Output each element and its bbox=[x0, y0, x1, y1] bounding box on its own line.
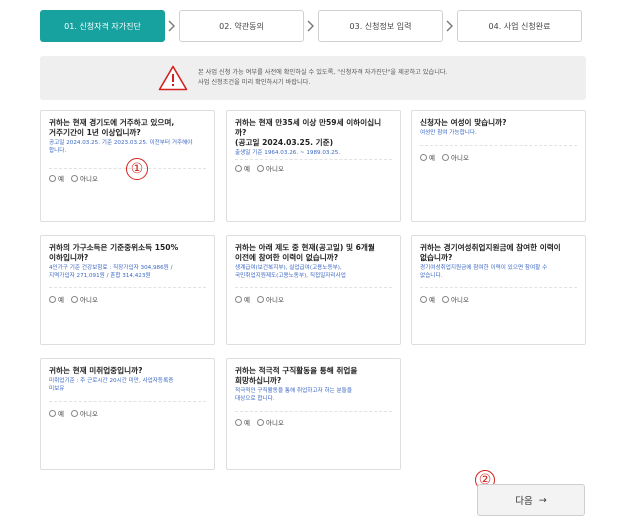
option-no[interactable]: 아니오 bbox=[256, 163, 284, 173]
divider bbox=[235, 411, 392, 412]
question-title: 귀하는 경기여성취업지원금에 참여한 이력이 없습니까? bbox=[420, 243, 561, 262]
radio-icon[interactable] bbox=[256, 295, 264, 303]
option-no[interactable]: 아니오 bbox=[441, 294, 469, 304]
radio-icon[interactable] bbox=[70, 409, 78, 417]
step-label: 02. 약관동의 bbox=[219, 21, 264, 31]
notice-box: 본 사업 신청 가능 여부를 사전에 확인하실 수 있도록, "신청자격 자가진… bbox=[40, 56, 586, 100]
divider bbox=[49, 287, 206, 288]
option-yes[interactable]: 예 bbox=[49, 408, 64, 418]
answer-options: 예 아니오 bbox=[49, 294, 102, 304]
radio-icon[interactable] bbox=[256, 164, 264, 172]
question-hint: 공고일 2024.03.25. 기준 2023.03.25. 이전부터 거주해야… bbox=[49, 140, 193, 154]
option-no[interactable]: 아니오 bbox=[70, 294, 98, 304]
answer-options: 예 아니오 bbox=[235, 417, 288, 427]
step-label: 03. 신청정보 입력 bbox=[349, 21, 412, 31]
question-hint: 4인가구 기준 건강보험료 : 직장가입자 304,986원 / 지역가입자 27… bbox=[49, 265, 173, 279]
question-hint: 생계급여(보건복지부), 실업급여(고용노동부), 국민취업지원제도(고용노동부)… bbox=[235, 265, 346, 279]
notice-line-1: 본 사업 신청 가능 여부를 사전에 확인하실 수 있도록, "신청자격 자가진… bbox=[198, 69, 448, 76]
next-button-label: 다음 bbox=[515, 496, 533, 507]
option-yes[interactable]: 예 bbox=[49, 294, 64, 304]
question-title: 귀하는 현재 미취업중입니까? bbox=[49, 366, 143, 375]
step-label: 04. 사업 신청완료 bbox=[488, 21, 551, 31]
option-no[interactable]: 아니오 bbox=[256, 294, 284, 304]
option-yes[interactable]: 예 bbox=[49, 173, 64, 183]
option-no[interactable]: 아니오 bbox=[256, 417, 284, 427]
option-no[interactable]: 아니오 bbox=[70, 173, 98, 183]
radio-icon[interactable] bbox=[235, 418, 242, 426]
question-title: 귀하는 아래 제도 중 현재(공고일) 및 6개월 이전에 참여한 이력이 없습니… bbox=[235, 243, 375, 262]
divider bbox=[420, 287, 577, 288]
question-title: 귀하의 가구소득은 기준중위소득 150% 이하입니까? bbox=[49, 243, 179, 262]
chevron-right-icon bbox=[443, 20, 457, 32]
answer-options: 예 아니오 bbox=[420, 152, 473, 162]
arrow-right-icon: → bbox=[538, 494, 547, 506]
option-no[interactable]: 아니오 bbox=[70, 408, 98, 418]
option-yes[interactable]: 예 bbox=[420, 152, 435, 162]
option-yes[interactable]: 예 bbox=[420, 294, 435, 304]
question-card-job-seeking: 귀하는 적극적 구직활동을 통해 취업을 희망하십니까? 적극적인 구직활동을 통… bbox=[226, 358, 401, 470]
question-hint: 출생일 기준 1964.03.26. ~ 1989.03.25. bbox=[235, 150, 341, 156]
option-yes[interactable]: 예 bbox=[235, 163, 250, 173]
question-title: 귀하는 현재 경기도에 거주하고 있으며, 거주기간이 1년 이상입니까? bbox=[49, 118, 175, 137]
radio-icon[interactable] bbox=[256, 418, 264, 426]
answer-options: 예 아니오 bbox=[49, 173, 102, 183]
radio-icon[interactable] bbox=[70, 295, 78, 303]
answer-options: 예 아니오 bbox=[235, 294, 288, 304]
question-hint: 경기여성취업지원금에 참여한 이력이 있으면 참여할 수 없습니다. bbox=[420, 265, 548, 279]
step-label: 01. 신청자격 자가진단 bbox=[64, 21, 141, 31]
annotation-marker-1: ① bbox=[126, 158, 148, 180]
question-hint: 여성만 참여 가능합니다. bbox=[420, 130, 477, 136]
step-3: 03. 신청정보 입력 bbox=[318, 10, 443, 42]
notice-text: 본 사업 신청 가능 여부를 사전에 확인하실 수 있도록, "신청자격 자가진… bbox=[198, 68, 448, 88]
radio-icon[interactable] bbox=[441, 153, 449, 161]
answer-options: 예 아니오 bbox=[235, 163, 288, 173]
question-card-gender: 신청자는 여성이 맞습니까? 여성만 참여 가능합니다. 예 아니오 bbox=[411, 110, 586, 222]
question-card-income: 귀하의 가구소득은 기준중위소득 150% 이하입니까? 4인가구 기준 건강보험… bbox=[40, 235, 215, 345]
option-yes[interactable]: 예 bbox=[235, 294, 250, 304]
chevron-right-icon bbox=[304, 20, 318, 32]
radio-icon[interactable] bbox=[49, 174, 56, 182]
radio-icon[interactable] bbox=[420, 295, 427, 303]
question-hint: 미취업기준 : 주 근로시간 20시간 미만, 사업자등록증 미보유 bbox=[49, 378, 174, 392]
question-card-unemployed: 귀하는 현재 미취업중입니까? 미취업기준 : 주 근로시간 20시간 미만, … bbox=[40, 358, 215, 470]
radio-icon[interactable] bbox=[235, 295, 242, 303]
option-no[interactable]: 아니오 bbox=[441, 152, 469, 162]
step-progress-bar: 01. 신청자격 자가진단 02. 약관동의 03. 신청정보 입력 04. 사… bbox=[40, 10, 586, 42]
question-card-subsidy-history: 귀하는 경기여성취업지원금에 참여한 이력이 없습니까? 경기여성취업지원금에 참… bbox=[411, 235, 586, 345]
step-1: 01. 신청자격 자가진단 bbox=[40, 10, 165, 42]
radio-icon[interactable] bbox=[420, 153, 427, 161]
next-button[interactable]: 다음 → bbox=[477, 484, 585, 516]
answer-options: 예 아니오 bbox=[49, 408, 102, 418]
question-title: 귀하는 적극적 구직활동을 통해 취업을 희망하십니까? bbox=[235, 366, 358, 385]
question-card-age: 귀하는 현재 만35세 이상 만59세 이하이십니까? (공고일 2024.03.… bbox=[226, 110, 401, 222]
question-title: 신청자는 여성이 맞습니까? bbox=[420, 118, 507, 127]
divider bbox=[49, 401, 206, 402]
step-2: 02. 약관동의 bbox=[179, 10, 304, 42]
radio-icon[interactable] bbox=[70, 174, 78, 182]
radio-icon[interactable] bbox=[49, 295, 56, 303]
step-4: 04. 사업 신청완료 bbox=[457, 10, 582, 42]
warning-triangle-icon bbox=[158, 65, 188, 91]
chevron-right-icon bbox=[165, 20, 179, 32]
divider bbox=[235, 159, 392, 160]
notice-line-2: 사업 신청조건을 미리 확인하시기 바랍니다. bbox=[198, 79, 311, 86]
question-hint: 적극적인 구직활동을 통해 취업하고자 하는 분들을 대상으로 합니다. bbox=[235, 388, 352, 402]
radio-icon[interactable] bbox=[235, 164, 242, 172]
question-title: 귀하는 현재 만35세 이상 만59세 이하이십니까? (공고일 2024.03.… bbox=[235, 118, 382, 147]
divider bbox=[420, 145, 577, 146]
question-card-program-history: 귀하는 아래 제도 중 현재(공고일) 및 6개월 이전에 참여한 이력이 없습니… bbox=[226, 235, 401, 345]
radio-icon[interactable] bbox=[49, 409, 56, 417]
option-yes[interactable]: 예 bbox=[235, 417, 250, 427]
answer-options: 예 아니오 bbox=[420, 294, 473, 304]
divider bbox=[235, 287, 392, 288]
radio-icon[interactable] bbox=[441, 295, 449, 303]
